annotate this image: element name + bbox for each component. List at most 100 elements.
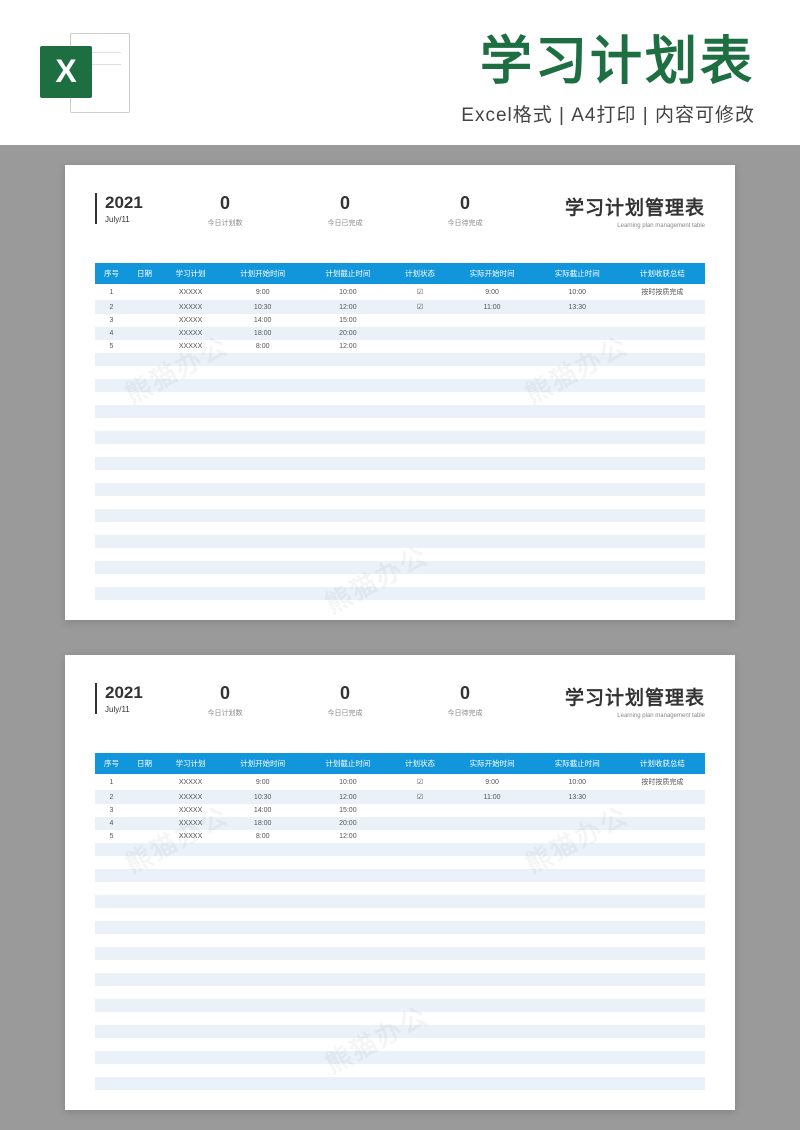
year: 2021 [105, 193, 165, 213]
stat-value: 0 [285, 193, 405, 214]
table-row [95, 921, 705, 934]
stat-label: 今日计划数 [165, 708, 285, 718]
table-row: 1XXXXX9:0010:00☑9:0010:00按时按质完成 [95, 774, 705, 790]
table-row: 4XXXXX18:0020:00 [95, 327, 705, 340]
table-row [95, 509, 705, 522]
table-row [95, 947, 705, 960]
table-row [95, 522, 705, 535]
table-header: 计划开始时间 [220, 263, 305, 284]
stat-block: 0 今日已完成 [285, 193, 405, 228]
sheet-title: 学习计划管理表 [525, 683, 705, 710]
table-row: 1XXXXX9:0010:00☑9:0010:00按时按质完成 [95, 284, 705, 300]
stat-block: 0 今日计划数 [165, 683, 285, 718]
table-row [95, 457, 705, 470]
banner-title: 学习计划表 [130, 19, 755, 94]
table-row [95, 869, 705, 882]
table-header: 学习计划 [161, 753, 220, 774]
stat-block: 0 今日已完成 [285, 683, 405, 718]
title-block: 学习计划管理表 Learning plan management table [525, 683, 705, 719]
stat-label: 今日计划数 [165, 218, 285, 228]
page-area: 2021July/110今日计划数0今日已完成0今日待完成学习计划管理表Lear… [65, 165, 735, 1110]
table-row: 2XXXXX10:3012:00☑11:0013:30 [95, 300, 705, 314]
year-block: 2021 July/11 [95, 683, 165, 714]
stat-value: 0 [165, 193, 285, 214]
table-header: 计划截止时间 [305, 753, 390, 774]
title-block: 学习计划管理表 Learning plan management table [525, 193, 705, 229]
table-header: 学习计划 [161, 263, 220, 284]
stat-label: 今日已完成 [285, 708, 405, 718]
table-row: 5XXXXX8:0012:00 [95, 830, 705, 843]
table-row [95, 496, 705, 509]
sheet-preview-1: 2021July/110今日计划数0今日已完成0今日待完成学习计划管理表Lear… [65, 165, 735, 620]
date: July/11 [105, 215, 165, 224]
table-row [95, 1090, 705, 1103]
table-row [95, 973, 705, 986]
table-row [95, 418, 705, 431]
table-header: 日期 [128, 753, 161, 774]
table-row [95, 444, 705, 457]
table-header: 实际截止时间 [535, 263, 620, 284]
table-header: 计划截止时间 [305, 263, 390, 284]
table-row [95, 431, 705, 444]
table-row [95, 1077, 705, 1090]
sheet-title-en: Learning plan management table [525, 713, 705, 719]
excel-icon: X [40, 28, 130, 118]
table-row: 3XXXXX14:0015:00 [95, 804, 705, 817]
table-header: 计划状态 [390, 753, 449, 774]
stat-value: 0 [405, 193, 525, 214]
table-row [95, 353, 705, 366]
table-header: 实际开始时间 [450, 753, 535, 774]
table-row [95, 882, 705, 895]
table-row [95, 366, 705, 379]
stat-label: 今日待完成 [405, 218, 525, 228]
banner-text: 学习计划表 Excel格式 | A4打印 | 内容可修改 [130, 19, 800, 127]
sheet-title: 学习计划管理表 [525, 193, 705, 220]
plan-table: 序号日期学习计划计划开始时间计划截止时间计划状态实际开始时间实际截止时间计划收获… [95, 263, 705, 613]
table-row [95, 1051, 705, 1064]
table-header: 序号 [95, 753, 128, 774]
table-header: 序号 [95, 263, 128, 284]
table-row [95, 1064, 705, 1077]
stat-value: 0 [285, 683, 405, 704]
date: July/11 [105, 705, 165, 714]
table-row [95, 999, 705, 1012]
stat-label: 今日已完成 [285, 218, 405, 228]
table-row [95, 379, 705, 392]
table-row [95, 843, 705, 856]
table-row [95, 1025, 705, 1038]
table-row [95, 895, 705, 908]
table-row [95, 483, 705, 496]
table-row [95, 1038, 705, 1051]
table-row [95, 934, 705, 947]
table-header: 实际开始时间 [450, 263, 535, 284]
stat-value: 0 [405, 683, 525, 704]
table-header: 计划收获总结 [620, 263, 705, 284]
table-row [95, 986, 705, 999]
stat-block: 0今日待完成 [405, 683, 525, 718]
stat-value: 0 [165, 683, 285, 704]
table-row: 3XXXXX14:0015:00 [95, 314, 705, 327]
table-row: 2XXXXX10:3012:00☑11:0013:30 [95, 790, 705, 804]
table-row [95, 548, 705, 561]
table-row [95, 960, 705, 973]
table-row: 4XXXXX18:0020:00 [95, 817, 705, 830]
sheet-preview-2: 2021July/110今日计划数0今日已完成0今日待完成学习计划管理表Lear… [65, 655, 735, 1110]
table-header: 计划状态 [390, 263, 449, 284]
table-row [95, 405, 705, 418]
year-block: 2021 July/11 [95, 193, 165, 224]
table-row [95, 574, 705, 587]
table-header: 实际截止时间 [535, 753, 620, 774]
plan-table: 序号日期学习计划计划开始时间计划截止时间计划状态实际开始时间实际截止时间计划收获… [95, 753, 705, 1103]
table-row [95, 856, 705, 869]
table-row [95, 535, 705, 548]
table-header: 计划收获总结 [620, 753, 705, 774]
table-header: 日期 [128, 263, 161, 284]
year: 2021 [105, 683, 165, 703]
table-row [95, 1012, 705, 1025]
table-row [95, 587, 705, 600]
table-row [95, 908, 705, 921]
table-row [95, 561, 705, 574]
sheet-title-en: Learning plan management table [525, 223, 705, 229]
table-row: 5XXXXX8:0012:00 [95, 340, 705, 353]
table-header: 计划开始时间 [220, 753, 305, 774]
